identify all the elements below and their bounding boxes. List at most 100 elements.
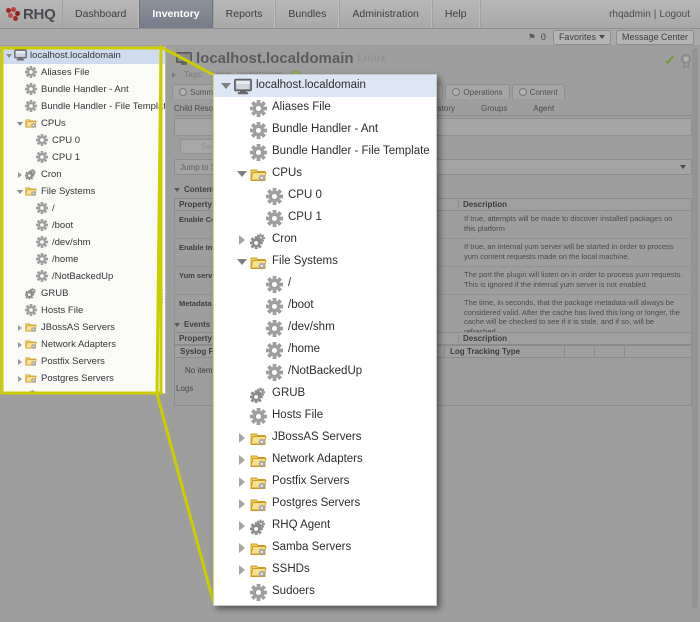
magnified-tree-node-label: CPUs [272, 167, 303, 180]
tree-node[interactable]: Bundle Handler - Ant [1, 81, 165, 98]
magnified-resource-tree-popup: localhost.localdomain Aliases File Bundl… [213, 74, 437, 606]
tree-node[interactable]: CPUs [1, 115, 165, 132]
tree-node-label: CPUs [41, 118, 66, 129]
magnified-tree-node[interactable]: JBossAS Servers [214, 427, 436, 449]
tree-twisty-collapsed-icon[interactable] [15, 375, 25, 382]
tree-node[interactable]: localhost.localdomain [1, 47, 165, 64]
tree-node[interactable]: /NotBackedUp [1, 268, 165, 285]
tree-node[interactable]: Network Adapters [1, 336, 165, 353]
tab-operations[interactable]: Operations [445, 84, 510, 99]
tab-content[interactable]: Content [511, 84, 565, 99]
folder-icon [250, 562, 267, 579]
tree-twisty-expanded-icon[interactable] [218, 83, 234, 89]
rhq-logo[interactable]: RHQ [0, 0, 62, 28]
gears-icon [249, 518, 267, 535]
tree-node[interactable]: RHQ Agent [1, 387, 165, 393]
magnified-tree-node[interactable]: / [214, 273, 436, 295]
tree-node-label: Aliases File [41, 67, 90, 78]
flag-icon: ⚑ [527, 31, 536, 42]
tree-twisty-expanded-icon[interactable] [15, 121, 25, 126]
message-center-button[interactable]: Message Center [615, 29, 694, 45]
tree-twisty-collapsed-icon[interactable] [15, 341, 25, 348]
magnified-tree-node[interactable]: /boot [214, 295, 436, 317]
tree-node[interactable]: /dev/shm [1, 234, 165, 251]
magnified-tree-node[interactable]: Aliases File [214, 97, 436, 119]
tree-twisty-collapsed-icon[interactable] [15, 171, 25, 178]
magnified-tree-node[interactable]: GRUB [214, 383, 436, 405]
tab-content-label: Content [529, 87, 558, 97]
tree-twisty-collapsed-icon[interactable] [15, 358, 25, 365]
subtab-groups[interactable]: Groups [481, 104, 507, 113]
magnified-tree-node[interactable]: CPUs [214, 163, 436, 185]
tree-twisty-collapsed-icon[interactable] [234, 477, 250, 487]
magnified-tree-node[interactable]: /NotBackedUp [214, 361, 436, 383]
tree-node[interactable]: /home [1, 251, 165, 268]
magnified-tree-node[interactable]: CPU 1 [214, 207, 436, 229]
tree-twisty-collapsed-icon[interactable] [15, 392, 25, 393]
magnified-tree-node[interactable]: Samba Servers [214, 537, 436, 559]
tree-node[interactable]: JBossAS Servers [1, 319, 165, 336]
tree-node[interactable]: File Systems [1, 183, 165, 200]
gear-icon [35, 150, 49, 164]
tree-node[interactable]: Postgres Servers [1, 370, 165, 387]
main-scrollbar[interactable] [692, 48, 698, 608]
magnified-tree-node[interactable]: SSHDs [214, 559, 436, 581]
magnified-tree-node[interactable]: Postfix Servers [214, 471, 436, 493]
magnified-tree-node[interactable]: File Systems [214, 251, 436, 273]
magnified-tree-node[interactable]: /home [214, 339, 436, 361]
nav-tab-bundles[interactable]: Bundles [275, 0, 340, 28]
magnified-tree-node[interactable]: Hosts File [214, 405, 436, 427]
magnified-tree-node-label: Samba Servers [272, 541, 352, 554]
magnified-tree-node-label: RHQ Agent [272, 519, 331, 532]
magnified-tree-node[interactable]: Bundle Handler - File Template [214, 141, 436, 163]
tree-twisty-collapsed-icon[interactable] [234, 433, 250, 443]
tree-node[interactable]: Bundle Handler - File Template [1, 98, 165, 115]
monitor-icon [14, 49, 27, 62]
tree-node[interactable]: Aliases File [1, 64, 165, 81]
magnified-tree-node[interactable]: Postgres Servers [214, 493, 436, 515]
tree-node[interactable]: Cron [1, 166, 165, 183]
tree-node[interactable]: Postfix Servers [1, 353, 165, 370]
gear-icon [249, 143, 268, 161]
tree-node[interactable]: CPU 1 [1, 149, 165, 166]
tree-node[interactable]: GRUB [1, 285, 165, 302]
tree-node[interactable]: /boot [1, 217, 165, 234]
tree-twisty-collapsed-icon[interactable] [234, 521, 250, 531]
tree-node[interactable]: / [1, 200, 165, 217]
magnified-tree-node[interactable]: RHQ Agent [214, 515, 436, 537]
magnified-tree-node[interactable]: Bundle Handler - Ant [214, 119, 436, 141]
nav-spacer [479, 0, 610, 28]
folder-icon [250, 254, 267, 271]
magnified-tree-node-label: Sudoers [272, 585, 315, 598]
tags-expand-icon[interactable] [172, 71, 176, 78]
magnified-tree-node[interactable]: Sudoers [214, 581, 436, 603]
tree-twisty-collapsed-icon[interactable] [234, 499, 250, 509]
magnified-tree-node[interactable]: Cron [214, 229, 436, 251]
tree-node-label: CPU 0 [52, 135, 80, 146]
magnified-tree-node[interactable]: localhost.localdomain [214, 75, 436, 97]
magnified-tree-node[interactable]: Network Adapters [214, 449, 436, 471]
tree-twisty-expanded-icon[interactable] [234, 259, 250, 265]
left-panel-resize-grip[interactable] [159, 290, 163, 306]
nav-tab-inventory[interactable]: Inventory [139, 0, 213, 28]
tree-twisty-collapsed-icon[interactable] [234, 235, 250, 245]
nav-tab-help[interactable]: Help [431, 0, 480, 28]
nav-tab-reports[interactable]: Reports [212, 0, 276, 28]
tree-twisty-expanded-icon[interactable] [15, 189, 25, 194]
logout-link[interactable]: Logout [659, 9, 690, 20]
magnified-tree-node[interactable]: /dev/shm [214, 317, 436, 339]
tree-node[interactable]: CPU 0 [1, 132, 165, 149]
favorites-button[interactable]: Favorites [552, 29, 611, 45]
tree-twisty-collapsed-icon[interactable] [234, 565, 250, 575]
subtab-agent[interactable]: Agent [533, 104, 554, 113]
tree-twisty-expanded-icon[interactable] [234, 171, 250, 177]
tree-twisty-collapsed-icon[interactable] [234, 543, 250, 553]
medal-icon[interactable] [680, 53, 692, 68]
tree-twisty-collapsed-icon[interactable] [15, 324, 25, 331]
tree-twisty-collapsed-icon[interactable] [234, 455, 250, 465]
magnified-tree-node[interactable]: CPU 0 [214, 185, 436, 207]
tree-twisty-expanded-icon[interactable] [4, 53, 14, 58]
nav-tab-dashboard[interactable]: Dashboard [62, 0, 140, 28]
nav-tab-administration[interactable]: Administration [339, 0, 432, 28]
tree-node[interactable]: Hosts File [1, 302, 165, 319]
